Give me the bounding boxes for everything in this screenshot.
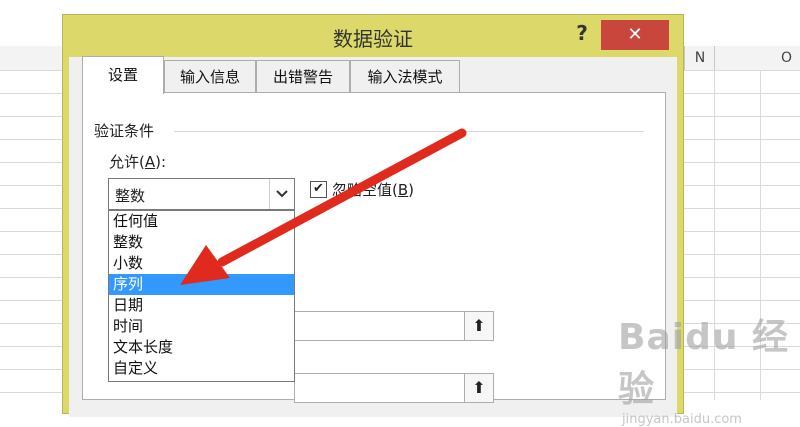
allow-label-prefix: 允许( <box>109 153 145 171</box>
minimum-input[interactable] <box>294 311 464 341</box>
ignore-blank-label[interactable]: 忽略空值(B) <box>332 179 414 200</box>
dropdown-option-custom[interactable]: 自定义 <box>109 358 294 379</box>
dropdown-option-any[interactable]: 任何值 <box>109 211 294 232</box>
range-collapse-icon[interactable]: ⬆ <box>464 311 494 341</box>
dropdown-option-time[interactable]: 时间 <box>109 316 294 337</box>
section-divider <box>174 131 644 132</box>
ignore-blank-checkbox[interactable]: ✔ <box>310 181 327 198</box>
allow-label: 允许(A): <box>109 151 166 172</box>
watermark-url: jingyan.baidu.com <box>622 412 742 427</box>
close-icon: ✕ <box>627 24 643 45</box>
tab-settings[interactable]: 设置 <box>82 56 164 94</box>
ignore-blank-label-suffix: ) <box>408 181 415 199</box>
allow-select-value: 整数 <box>115 187 146 205</box>
dropdown-option-list[interactable]: 序列 <box>109 274 294 295</box>
dropdown-option-decimal[interactable]: 小数 <box>109 253 294 274</box>
baidu-jingyan-watermark: Baidu 经验 jingyan.baidu.com <box>618 308 800 427</box>
tab-input-message[interactable]: 输入信息 <box>164 60 256 92</box>
close-button[interactable]: ✕ <box>601 20 669 50</box>
dropdown-option-date[interactable]: 日期 <box>109 295 294 316</box>
chevron-down-icon[interactable] <box>269 179 294 209</box>
column-header-border <box>684 46 800 71</box>
allow-select[interactable]: 整数 <box>108 178 295 210</box>
tab-error-alert[interactable]: 出错警告 <box>256 60 350 92</box>
allow-dropdown-list[interactable]: 任何值 整数 小数 序列 日期 时间 文本长度 自定义 <box>108 210 295 382</box>
dropdown-option-whole-number[interactable]: 整数 <box>109 232 294 253</box>
maximum-input[interactable] <box>294 373 464 403</box>
checkmark-icon: ✔ <box>313 181 324 196</box>
range-collapse-icon[interactable]: ⬆ <box>464 373 494 403</box>
help-button[interactable]: ? <box>567 21 597 49</box>
allow-label-suffix: ): <box>155 153 167 171</box>
ignore-blank-accesskey: B <box>397 181 409 199</box>
dropdown-option-text-length[interactable]: 文本长度 <box>109 337 294 358</box>
allow-label-accesskey: A <box>144 153 156 171</box>
column-header-strip <box>0 46 62 71</box>
ignore-blank-label-prefix: 忽略空值( <box>332 181 398 199</box>
watermark-logo: Baidu 经验 <box>618 317 790 410</box>
validation-criteria-heading: 验证条件 <box>94 122 155 140</box>
tab-ime-mode[interactable]: 输入法模式 <box>350 60 460 92</box>
